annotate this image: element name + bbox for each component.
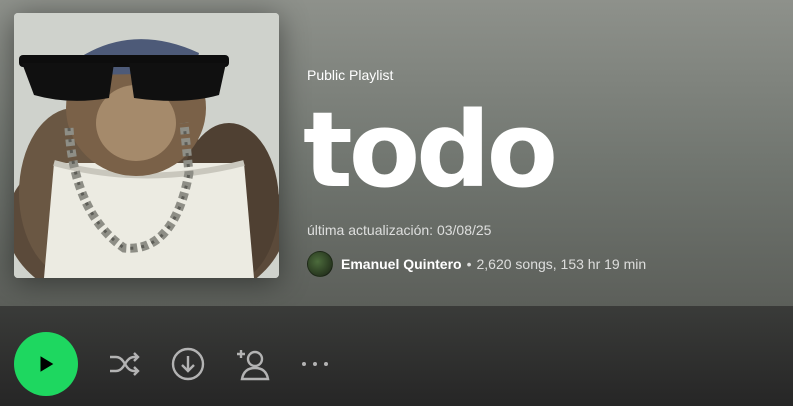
playlist-header: Public Playlist todo última actualizació…	[0, 0, 793, 306]
owner-name-link[interactable]: Emanuel Quintero	[341, 256, 462, 272]
download-button[interactable]	[170, 346, 206, 382]
play-icon	[40, 356, 54, 372]
download-icon	[171, 347, 205, 381]
action-bar	[0, 306, 793, 406]
playlist-description: última actualización: 03/08/25	[307, 222, 492, 238]
invite-collaborator-button[interactable]	[234, 346, 270, 382]
meta-separator: •	[466, 256, 472, 272]
playlist-meta: Emanuel Quintero • 2,620 songs, 153 hr 1…	[307, 251, 646, 277]
add-user-icon	[237, 350, 270, 381]
play-button[interactable]	[14, 332, 78, 396]
more-options-icon	[302, 362, 328, 366]
shuffle-icon	[110, 352, 140, 376]
more-options-button[interactable]	[297, 346, 333, 382]
owner-avatar[interactable]	[307, 251, 333, 277]
playlist-cover-image[interactable]	[14, 13, 279, 278]
playlist-title[interactable]: todo	[303, 98, 558, 202]
playlist-stats: 2,620 songs, 153 hr 19 min	[476, 256, 647, 272]
shuffle-button[interactable]	[106, 346, 142, 382]
cover-artwork	[14, 13, 279, 278]
playlist-type-label: Public Playlist	[307, 67, 394, 83]
